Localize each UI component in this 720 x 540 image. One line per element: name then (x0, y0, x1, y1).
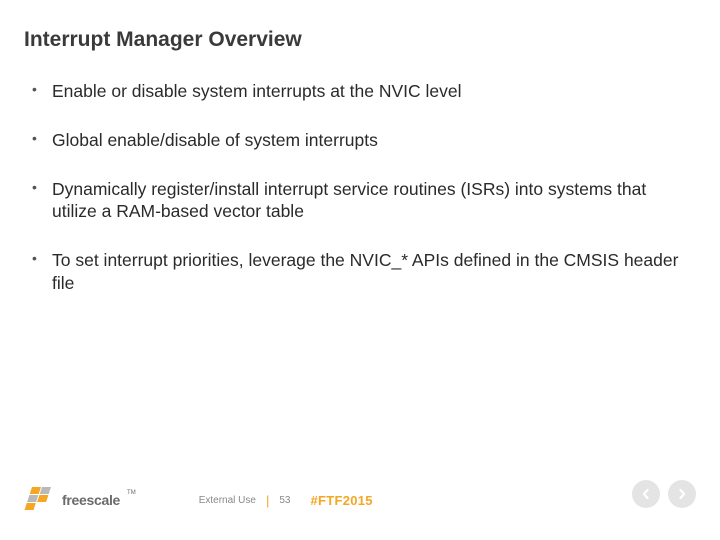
slide-title: Interrupt Manager Overview (24, 28, 686, 52)
meta-separator: | (266, 493, 269, 508)
next-button[interactable] (668, 480, 696, 508)
page-number: 53 (279, 495, 290, 506)
hashtag: #FTF2015 (310, 493, 372, 508)
trademark: TM (127, 490, 136, 496)
footer: freescale TM External Use | 53 #FTF2015 (0, 476, 720, 524)
list-item: Global enable/disable of system interrup… (30, 129, 686, 152)
footer-meta: External Use | 53 #FTF2015 (199, 493, 373, 508)
chevron-left-icon (640, 488, 652, 500)
chevron-right-icon (676, 488, 688, 500)
bullet-list: Enable or disable system interrupts at t… (24, 80, 686, 295)
list-item: Enable or disable system interrupts at t… (30, 80, 686, 103)
slide: Interrupt Manager Overview Enable or dis… (0, 0, 720, 540)
external-use-label: External Use (199, 495, 256, 506)
brand-logo: freescale TM (24, 487, 135, 513)
logo-icon (24, 487, 56, 513)
prev-button[interactable] (632, 480, 660, 508)
slide-nav (632, 480, 696, 508)
brand-name: freescale (62, 492, 120, 508)
list-item: To set interrupt priorities, leverage th… (30, 249, 686, 295)
list-item: Dynamically register/install interrupt s… (30, 178, 686, 224)
